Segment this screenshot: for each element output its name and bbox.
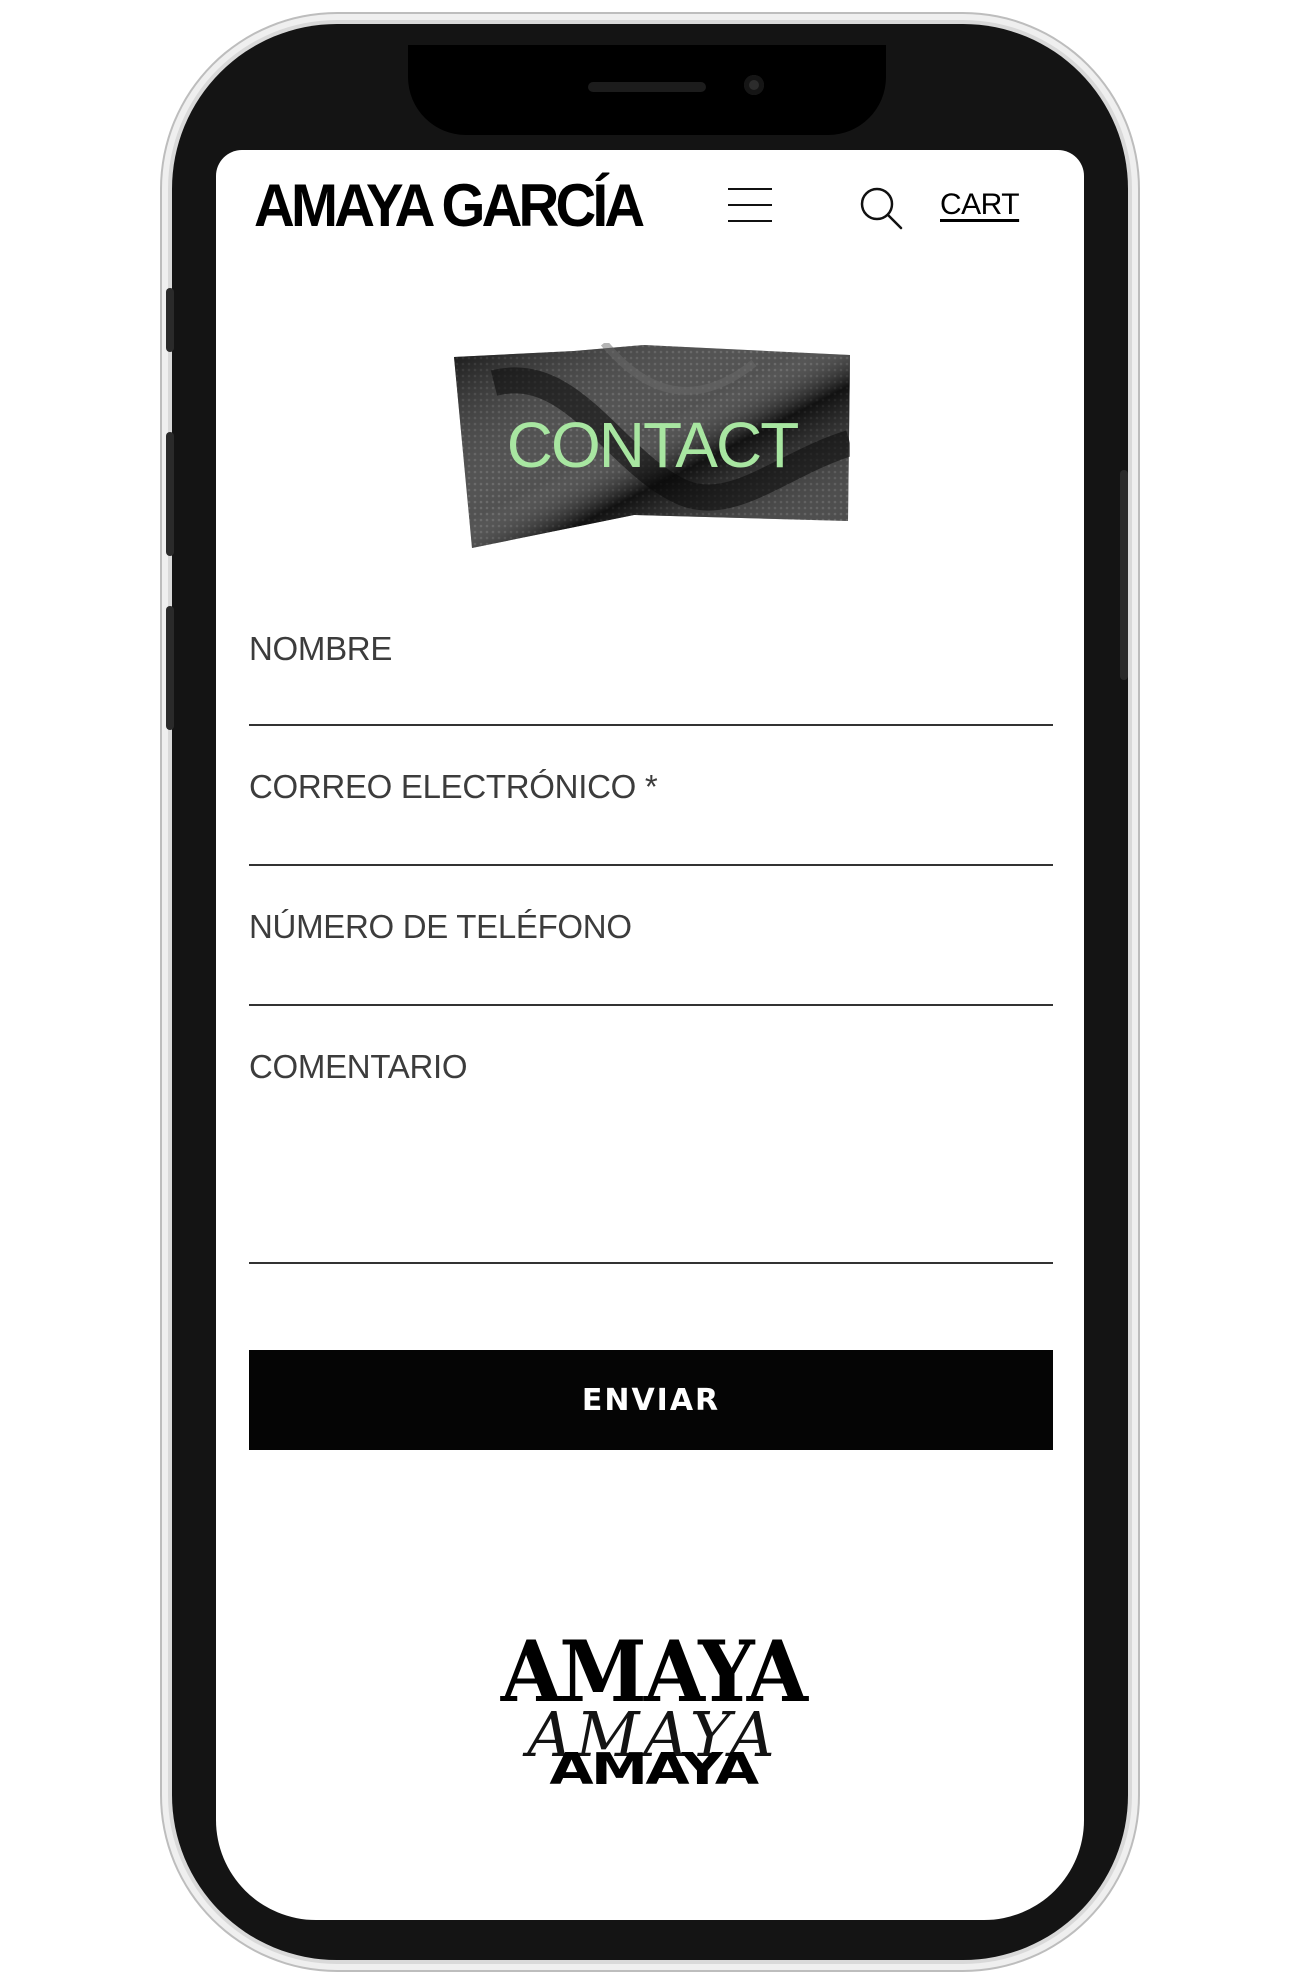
volume-down-button [166, 606, 174, 730]
email-field: CORREO ELECTRÓNICO * [249, 726, 1057, 866]
search-icon[interactable] [858, 185, 904, 231]
comment-textarea[interactable] [249, 1094, 1057, 1248]
cart-link[interactable]: CART [940, 188, 1020, 222]
brand-logo[interactable]: AMAYA GARCÍA [254, 176, 645, 236]
phone-input[interactable] [249, 954, 1057, 996]
name-input[interactable] [249, 676, 1057, 718]
contact-banner: CONTACT [454, 343, 850, 548]
power-button [1120, 470, 1128, 680]
page-title: CONTACT [506, 409, 800, 481]
footer-logo-line-bold: AMAYA [549, 1744, 759, 1795]
submit-button[interactable]: ENVIAR [249, 1350, 1053, 1450]
footer-logo: AMAYA AMAYA AMAYA [484, 1630, 822, 1800]
comment-label: COMENTARIO [249, 1048, 468, 1085]
comment-field: COMENTARIO [249, 1006, 1057, 1264]
volume-up-button [166, 432, 174, 556]
hamburger-menu-icon[interactable] [728, 184, 772, 226]
speaker-grille [588, 82, 706, 92]
phone-label: NÚMERO DE TELÉFONO [249, 908, 632, 945]
screen: AMAYA GARCÍA CART CONTACT NOMBRE CORREO … [216, 150, 1084, 1920]
silent-switch [166, 288, 174, 352]
front-camera [744, 75, 764, 95]
name-field: NOMBRE [249, 630, 1057, 726]
contact-form: NOMBRE CORREO ELECTRÓNICO * NÚMERO DE TE… [249, 630, 1057, 1264]
email-label: CORREO ELECTRÓNICO * [249, 768, 658, 805]
name-label: NOMBRE [249, 630, 393, 667]
email-input[interactable] [249, 814, 1057, 856]
phone-field: NÚMERO DE TELÉFONO [249, 866, 1057, 1006]
